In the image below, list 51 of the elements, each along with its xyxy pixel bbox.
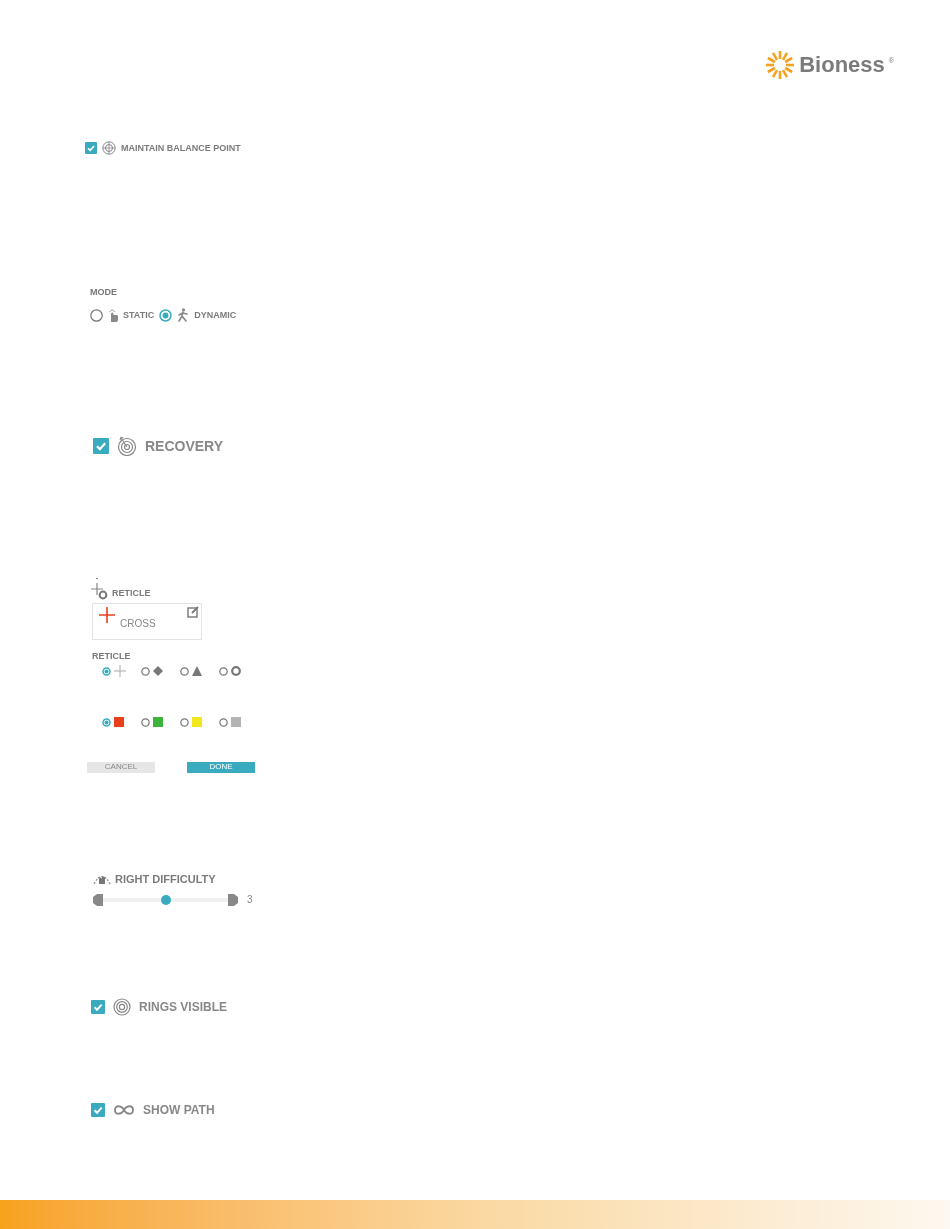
checkbox[interactable] — [91, 1000, 105, 1014]
section-label: RETICLE — [112, 589, 151, 598]
spiral-target-icon — [117, 436, 137, 456]
radio-button[interactable] — [90, 308, 103, 322]
hand-arc-icon — [93, 873, 111, 885]
option-label: MAINTAIN BALANCE POINT — [121, 143, 241, 153]
section-label: RETICLE — [92, 651, 131, 661]
slider-value: 3 — [247, 895, 253, 905]
radio-button[interactable] — [141, 717, 150, 727]
left-end-icon — [93, 894, 103, 906]
hand-icon — [108, 308, 118, 322]
radio-button[interactable] — [102, 666, 111, 676]
reticle-gear-icon — [90, 578, 108, 600]
slider-thumb[interactable] — [160, 895, 171, 905]
radio-button[interactable] — [102, 717, 111, 727]
option-label: RECOVERY — [145, 439, 224, 453]
difficulty-slider[interactable] — [93, 894, 238, 906]
reticle-card[interactable]: CROSS — [92, 603, 202, 640]
option-label: SHOW PATH — [143, 1104, 215, 1116]
radio-button[interactable] — [219, 666, 228, 676]
option-label: RINGS VISIBLE — [139, 1001, 227, 1013]
reticle-value: CROSS — [120, 619, 156, 629]
radio-button[interactable] — [219, 717, 228, 727]
radio-option[interactable]: DYNAMIC — [159, 308, 237, 322]
infinity-icon — [113, 1104, 135, 1116]
right-end-icon — [228, 894, 238, 906]
edit-icon — [187, 606, 199, 618]
option-label: DYNAMIC — [194, 310, 237, 320]
slider-label: RIGHT DIFFICULTY — [115, 873, 216, 885]
ring-icon — [231, 666, 241, 676]
checkbox[interactable] — [91, 1103, 105, 1117]
checkbox[interactable] — [85, 142, 97, 154]
cancel-button[interactable]: CANCEL — [87, 761, 155, 773]
radio-button[interactable] — [180, 666, 189, 676]
radio-button[interactable] — [180, 717, 189, 727]
section-label: MODE — [90, 286, 117, 298]
radio-option[interactable]: STATIC — [90, 308, 155, 322]
checkbox[interactable] — [93, 438, 109, 454]
cross-icon — [114, 665, 126, 677]
sunburst-logo-icon — [765, 50, 796, 80]
done-button[interactable]: DONE — [187, 761, 255, 773]
radio-button[interactable] — [141, 666, 150, 676]
option-label: STATIC — [123, 310, 155, 320]
logo-text: Bioness — [799, 54, 885, 76]
concentric-rings-icon — [113, 998, 131, 1016]
diamond-icon — [153, 666, 163, 676]
walking-figure-icon — [177, 308, 190, 322]
radio-button[interactable] — [159, 308, 173, 322]
target-icon — [102, 141, 116, 155]
cross-icon — [99, 607, 115, 623]
triangle-icon — [192, 666, 202, 676]
